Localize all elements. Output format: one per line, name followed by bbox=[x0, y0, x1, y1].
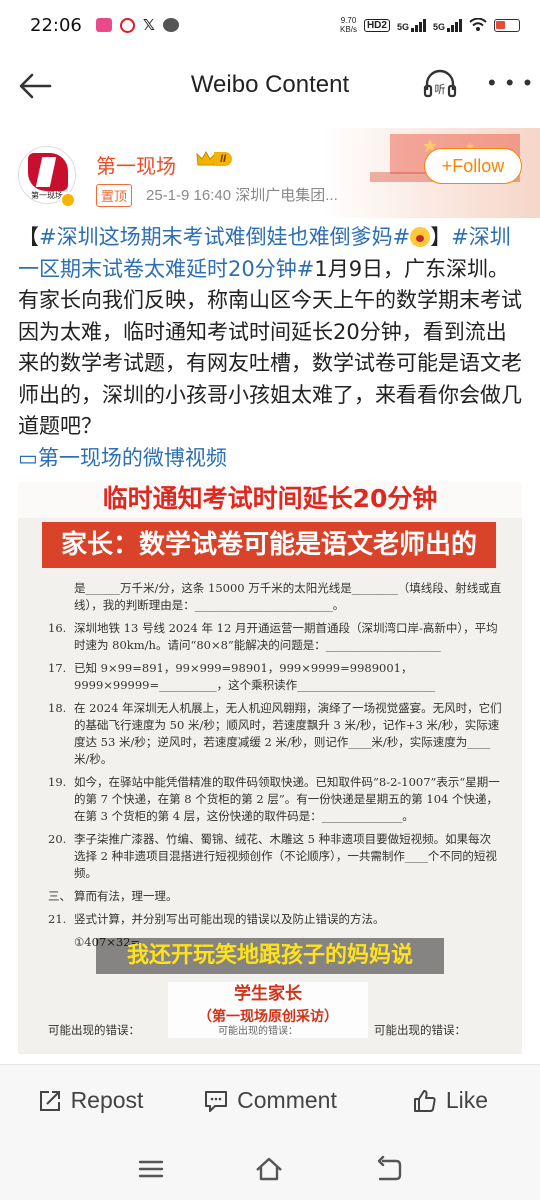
action-bar: Repost Comment Like bbox=[0, 1064, 540, 1136]
app-notification-icon bbox=[95, 18, 112, 32]
video-link-label: 第一现场的微博视频 bbox=[37, 445, 227, 470]
verified-badge-icon bbox=[60, 192, 76, 208]
wechat-notification-icon bbox=[162, 18, 179, 32]
member-level-badge: II bbox=[196, 150, 233, 168]
exam-line: 16. 深圳地铁 13 号线 2024 年 12 月开通运营一期首通段（深圳湾口岸… bbox=[48, 621, 498, 652]
exam-line: 20. 李子柒推广漆器、竹编、蜀锦、绒花、木雕这 5 种非遗项目要做短视频。如果每… bbox=[48, 832, 497, 880]
video-subtitle: 我还开玩笑地跟孩子的妈妈说 bbox=[96, 938, 444, 974]
net-speed: 9.70 KB/s bbox=[340, 16, 357, 34]
menu-icon[interactable] bbox=[136, 1154, 166, 1184]
hd-badge: HD2 bbox=[363, 18, 390, 32]
video-player[interactable]: 临时通知考试时间延长20分钟 家长：数学试卷可能是语文老师出的 是______万… bbox=[18, 482, 522, 1054]
notification-icons: 𝕏 bbox=[95, 16, 179, 34]
crown-icon bbox=[196, 150, 216, 166]
exam-line: 是______万千米/分，这条 15000 万千米的太阳光线是________（… bbox=[74, 581, 502, 612]
hashtag-link[interactable]: #深圳这场期末考试难倒娃也难倒爹妈# bbox=[39, 225, 410, 249]
wifi-icon bbox=[469, 18, 487, 31]
listen-headphones-icon[interactable]: 听 bbox=[420, 64, 460, 104]
exam-line: 21. 竖式计算，并分别写出可能出现的错误以及防止错误的方法。 bbox=[48, 912, 385, 926]
bracket-open: 【 bbox=[18, 225, 39, 249]
error-label-right: 可能出现的错误： bbox=[374, 1023, 466, 1037]
bracket-close: 】 bbox=[430, 225, 452, 249]
more-options-icon[interactable]: • • • bbox=[488, 72, 533, 94]
video-banner-top: 临时通知考试时间延长20分钟 bbox=[18, 482, 522, 518]
pinned-badge: 置顶 bbox=[96, 184, 133, 207]
signal-2: 5G bbox=[433, 18, 462, 32]
video-link-icon: ▭ bbox=[18, 445, 38, 470]
level-text: II bbox=[214, 152, 233, 166]
battery-icon bbox=[494, 18, 520, 32]
author-name[interactable]: 第一现场 bbox=[96, 150, 176, 179]
error-label-left: 可能出现的错误： bbox=[48, 1023, 140, 1037]
error-label-mid: 可能出现的错误： bbox=[218, 1026, 298, 1037]
video-banner-main: 家长：数学试卷可能是语文老师出的 bbox=[42, 522, 496, 568]
shocked-emoji-icon bbox=[410, 227, 431, 247]
exam-line: 18. 在 2024 年深圳无人机展上，无人机迎风翱翔，演绎了一场视觉盛宴。无风时… bbox=[48, 701, 502, 766]
listen-label: 听 bbox=[435, 83, 446, 96]
like-label: Like bbox=[445, 1087, 489, 1113]
exam-line: 19. 如今，在驿站中能凭借精准的取件码领取快递。已知取件码“8-2-1007”表… bbox=[48, 775, 500, 823]
post-header: 第一现场 第一现场 II 置顶 25-1-9 16:40 深圳广电集团... +… bbox=[0, 128, 540, 218]
signal-bars-icon bbox=[447, 18, 462, 32]
status-time: 22:06 bbox=[30, 14, 82, 36]
comment-icon bbox=[205, 1090, 228, 1112]
status-bar: 22:06 𝕏 9.70 KB/s HD2 5G 5G bbox=[0, 0, 540, 50]
system-nav-bar bbox=[0, 1136, 540, 1200]
thumbs-up-icon bbox=[413, 1089, 436, 1112]
x-notification-icon: 𝕏 bbox=[142, 17, 155, 34]
weibo-notification-icon bbox=[119, 17, 135, 33]
repost-button[interactable]: Repost bbox=[0, 1065, 180, 1136]
comment-label: Comment bbox=[237, 1087, 337, 1113]
repost-icon bbox=[39, 1090, 60, 1111]
post-meta: 25-1-9 16:40 深圳广电集团... bbox=[146, 187, 338, 204]
back-nav-icon[interactable] bbox=[374, 1154, 404, 1184]
back-arrow-icon[interactable] bbox=[16, 66, 56, 106]
post-text: 【#深圳这场期末考试难倒娃也难倒爹妈# 】#深圳一区期末试卷太难延时20分钟#1月… bbox=[18, 222, 526, 474]
status-right: 9.70 KB/s HD2 5G 5G bbox=[340, 16, 520, 34]
exam-line: 17. 已知 9×99=891，99×999=98901，999×9999=998… bbox=[48, 661, 436, 692]
post-body: 1月9日，广东深圳。有家长向我们反映，称南山区今天上午的数学期末考试因为太难，临… bbox=[18, 256, 522, 439]
signal-1: 5G bbox=[397, 18, 426, 32]
exam-line: 三、 算而有法，理一理。 bbox=[48, 889, 178, 903]
repost-label: Repost bbox=[70, 1087, 144, 1113]
signal-bars-icon bbox=[410, 18, 426, 32]
video-link[interactable]: ▭第一现场的微博视频 bbox=[18, 446, 227, 470]
home-icon[interactable] bbox=[254, 1154, 284, 1184]
follow-button[interactable]: +Follow bbox=[424, 148, 522, 184]
comment-button[interactable]: Comment bbox=[180, 1065, 360, 1136]
interviewee-role: 学生家长 bbox=[234, 984, 302, 1004]
like-button[interactable]: Like bbox=[360, 1065, 540, 1136]
top-bar: Weibo Content 听 • • • bbox=[0, 50, 540, 120]
